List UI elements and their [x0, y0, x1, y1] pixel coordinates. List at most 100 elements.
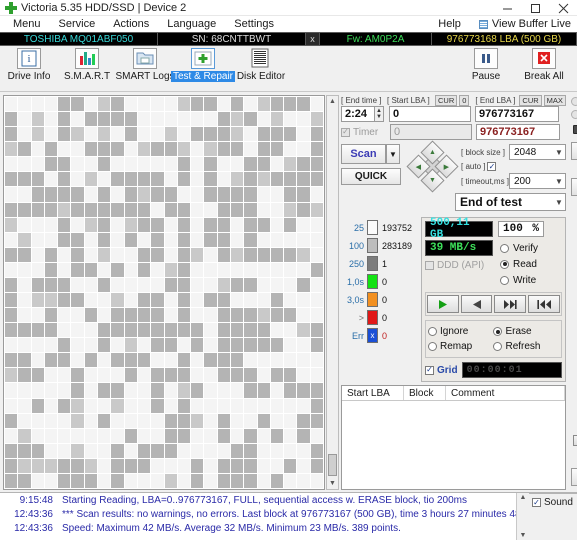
play-forward-button[interactable]: [427, 295, 459, 313]
view-buffer-live-toggle[interactable]: View Buffer Live: [470, 16, 577, 32]
mode-option[interactable]: Verify: [500, 240, 538, 256]
tab-disk-editor[interactable]: Disk Editor: [232, 48, 290, 90]
end-time-spinner[interactable]: ▲ ▼: [375, 106, 384, 122]
timeout-select[interactable]: 200 ▼: [509, 173, 566, 189]
tab-disk-editor-label: Disk Editor: [236, 71, 286, 82]
map-block: [177, 308, 191, 323]
scroll-down-icon[interactable]: ▼: [329, 478, 336, 489]
action-radio[interactable]: [493, 342, 503, 351]
action-option[interactable]: Ignore: [428, 326, 493, 337]
log-scroll-up-icon[interactable]: ▲: [520, 494, 527, 501]
map-block: [217, 368, 230, 383]
menu-item-actions[interactable]: Actions: [104, 16, 158, 32]
map-block: [111, 308, 124, 323]
action-radio[interactable]: [428, 327, 437, 336]
mini-button-group: [573, 435, 577, 446]
map-block: [230, 308, 244, 323]
end-lba-max-button[interactable]: MAX: [543, 94, 566, 106]
grid-checkbox[interactable]: ✓: [425, 365, 434, 375]
action-radio[interactable]: [428, 342, 437, 351]
percent-value: 100: [503, 223, 523, 235]
mode-radio[interactable]: [500, 243, 509, 253]
pause-button[interactable]: Pause: [457, 48, 515, 90]
menu-item-help[interactable]: Help: [429, 16, 470, 32]
map-block: [297, 127, 310, 142]
scroll-thumb[interactable]: [328, 454, 337, 476]
map-block: [18, 383, 31, 398]
map-block: [151, 187, 164, 202]
map-block: [18, 247, 31, 262]
map-block: [151, 232, 164, 247]
end-of-test-select[interactable]: End of test ▼: [455, 193, 566, 211]
map-block: [58, 353, 71, 368]
block-size-select[interactable]: 2048 ▼: [509, 144, 566, 160]
menu-item-menu[interactable]: Menu: [4, 16, 50, 32]
recall-button[interactable]: Recall: [570, 178, 577, 196]
menu-item-service[interactable]: Service: [50, 16, 105, 32]
start-lba-cur-button[interactable]: CUR: [435, 94, 458, 106]
navigation-dpad[interactable]: ▲ ◀ ▶ ▼: [406, 140, 459, 193]
defect-table[interactable]: Start LBA Block Comment: [341, 385, 566, 490]
tab-smart-logs-label: SMART Logs: [115, 71, 175, 82]
tab-test-and-repair[interactable]: Test & Repair: [170, 48, 236, 90]
close-button[interactable]: [549, 0, 577, 16]
tab-smart-logs[interactable]: SMART Logs: [115, 48, 175, 90]
mode-option[interactable]: Write: [500, 272, 538, 288]
tab-drive-info[interactable]: i Drive Info: [0, 48, 58, 90]
defect-table-body[interactable]: [342, 401, 565, 489]
map-block: [310, 458, 323, 473]
skip-back-button[interactable]: [528, 295, 560, 313]
auto-checkbox[interactable]: ✓: [487, 162, 497, 171]
menu-item-settings[interactable]: Settings: [225, 16, 283, 32]
sound-checkbox[interactable]: ✓: [532, 498, 541, 507]
map-block: [310, 443, 323, 458]
break-all-button[interactable]: Break All: [515, 48, 573, 90]
block-map-grid[interactable]: [3, 95, 325, 490]
api-option-row[interactable]: API: [570, 95, 577, 108]
log-scrollbar[interactable]: ▲ ▼: [516, 493, 529, 540]
timeout-label: [ timeout,ms ]: [461, 176, 510, 186]
action-option[interactable]: Remap: [428, 341, 493, 352]
map-block: [177, 368, 191, 383]
quick-button[interactable]: QUICK: [341, 168, 401, 185]
tab-smart[interactable]: S.M.A.R.T: [58, 48, 116, 90]
scroll-up-icon[interactable]: ▲: [329, 96, 336, 107]
play-back-button[interactable]: [460, 295, 493, 313]
timer-checkbox[interactable]: ✓: [341, 127, 350, 137]
elapsed-timer: 00:00:01: [461, 362, 562, 378]
timeout-value: 200: [514, 175, 531, 187]
action-option[interactable]: Erase: [493, 326, 558, 337]
end-lba-cur-button[interactable]: CUR: [519, 94, 542, 106]
block-map-scrollbar[interactable]: ▲ ▼: [326, 95, 339, 490]
skip-forward-button[interactable]: [494, 295, 527, 313]
sleep-button[interactable]: Sleep: [570, 142, 577, 160]
action-radio[interactable]: [493, 327, 503, 336]
start-lba-zero-button[interactable]: 0: [459, 94, 470, 106]
api-radio[interactable]: [570, 97, 577, 106]
mini-button-1[interactable]: [573, 435, 577, 446]
action-option[interactable]: Refresh: [493, 341, 558, 352]
pio-option-row[interactable]: PIO: [570, 108, 577, 121]
map-block: [111, 458, 124, 473]
end-lba-input[interactable]: 976773167: [475, 106, 559, 122]
mode-radio[interactable]: [500, 259, 509, 269]
ddd-api-checkbox[interactable]: [425, 261, 434, 270]
map-block: [310, 413, 323, 428]
menu-item-language[interactable]: Language: [158, 16, 225, 32]
passport-button[interactable]: Passp: [570, 468, 577, 486]
map-block: [111, 172, 124, 187]
log-scroll-down-icon[interactable]: ▼: [520, 532, 527, 539]
mode-radio[interactable]: [500, 275, 509, 285]
pio-radio[interactable]: [570, 110, 577, 119]
mode-option[interactable]: Read: [500, 256, 538, 272]
sound-option[interactable]: ✓ Sound: [532, 497, 573, 508]
drive-x-button[interactable]: x: [306, 33, 320, 45]
log-list[interactable]: 9:15:48 Starting Reading, LBA=0..97677316…: [0, 493, 516, 540]
map-block: [58, 247, 71, 262]
end-time-input[interactable]: 2:24: [341, 106, 375, 122]
start-lba-input[interactable]: 0: [389, 106, 471, 122]
scan-button[interactable]: Scan: [341, 144, 386, 164]
minimize-button[interactable]: [493, 0, 521, 16]
maximize-button[interactable]: [521, 0, 549, 16]
scan-dropdown-button[interactable]: ▼: [386, 144, 400, 164]
